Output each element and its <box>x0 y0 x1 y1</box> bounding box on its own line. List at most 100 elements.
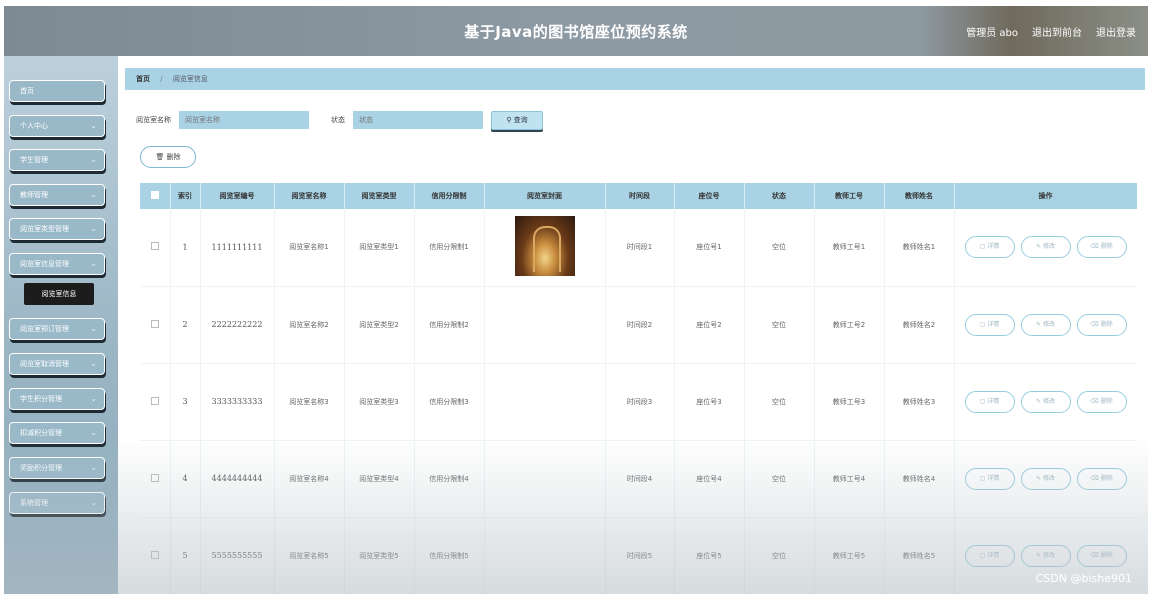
row-checkbox[interactable] <box>150 550 159 559</box>
sidebar-item-system-management[interactable]: 系统管理 ⌄ <box>9 492 105 514</box>
row-select-cell[interactable] <box>140 363 171 441</box>
chevron-down-icon: ⌄ <box>90 224 97 233</box>
chevron-down-icon: ⌄ <box>90 428 97 437</box>
query-button[interactable]: ⚲ 查询 <box>491 110 543 130</box>
row-select-cell[interactable] <box>140 517 171 594</box>
delete-button[interactable]: ⌫ 删除 <box>1076 236 1127 259</box>
delete-button[interactable]: ⌫ 删除 <box>1076 390 1127 413</box>
sidebar: 首页 个人中心 ⌄ 学生管理 ⌄ 教师管理 ⌄ 阅览室类型管理 ⌄ 阅览室信息管理 ⌄ 阅… <box>4 56 118 594</box>
sidebar-item-personal-center[interactable]: 个人中心 ⌄ <box>9 115 105 137</box>
back-to-front-link[interactable]: 退出到前台 <box>1032 24 1082 39</box>
search-bar: 阅览室名称 状态 ⚲ 查询 <box>136 110 543 130</box>
sidebar-item-room-info-management[interactable]: 阅览室信息管理 ⌄ <box>9 253 105 275</box>
detail-button[interactable]: ▢ 详情 <box>964 544 1015 567</box>
edit-icon: ✎ <box>1036 320 1043 328</box>
sidebar-item-label: 阅览室信息管理 <box>20 260 69 268</box>
cell-index: 4 <box>170 440 201 518</box>
sidebar-item-home[interactable]: 首页 <box>9 80 105 102</box>
select-all-checkbox[interactable] <box>150 191 159 199</box>
edit-icon: ✎ <box>1036 397 1043 405</box>
column-header: 时间段 <box>605 183 675 209</box>
delete-label: 删除 <box>1100 551 1113 559</box>
search-icon: ⚲ <box>506 115 514 124</box>
sidebar-item-reward-points-management[interactable]: 奖励积分管理 ⌄ <box>9 457 105 479</box>
admin-user-label[interactable]: 管理员 abo <box>966 24 1018 39</box>
sidebar-item-label: 阅览室预订管理 <box>20 325 69 333</box>
room-name-label: 阅览室名称 <box>136 116 171 124</box>
status-input[interactable] <box>353 111 483 129</box>
delete-button[interactable]: ⌫ 删除 <box>1076 544 1127 567</box>
delete-label: 删除 <box>1100 320 1113 328</box>
sidebar-item-deduct-points-management[interactable]: 扣减积分管理 ⌄ <box>9 422 105 444</box>
delete-button[interactable]: ⌫ 删除 <box>1076 313 1127 336</box>
row-checkbox[interactable] <box>150 319 159 328</box>
logout-link[interactable]: 退出登录 <box>1096 24 1136 39</box>
header-select-all[interactable] <box>140 183 171 209</box>
sidebar-item-room-type-management[interactable]: 阅览室类型管理 ⌄ <box>9 218 105 240</box>
csdn-watermark: CSDN @bishe901 <box>1035 572 1132 585</box>
edit-button[interactable]: ✎ 修改 <box>1020 544 1071 567</box>
edit-button[interactable]: ✎ 修改 <box>1020 467 1071 490</box>
sidebar-item-room-booking-management[interactable]: 阅览室预订管理 ⌄ <box>9 318 105 340</box>
detail-button[interactable]: ▢ 详情 <box>964 313 1015 336</box>
user-area: 管理员 abo 退出到前台 退出登录 <box>966 24 1136 39</box>
table-header-row: 索引 阅览室编号 阅览室名称 阅览室类型 信用分限制 阅览室封面 时间段 座位号… <box>140 183 1137 209</box>
cell-room-name: 阅览室名称5 <box>274 517 345 594</box>
sidebar-item-teacher-management[interactable]: 教师管理 ⌄ <box>9 184 105 206</box>
delete-button[interactable]: ⌫ 删除 <box>1076 467 1127 490</box>
cell-index: 3 <box>170 363 201 441</box>
chevron-down-icon: ⌄ <box>90 155 97 164</box>
delete-label: 删除 <box>1100 397 1113 405</box>
sidebar-subitem-room-info[interactable]: 阅览室信息 <box>24 283 94 305</box>
sidebar-item-student-points-management[interactable]: 学生积分管理 ⌄ <box>9 388 105 410</box>
sidebar-item-label: 学生管理 <box>20 156 48 164</box>
column-header: 座位号 <box>674 183 745 209</box>
cell-teacher-id: 教师工号4 <box>814 440 885 518</box>
detail-button[interactable]: ▢ 详情 <box>964 390 1015 413</box>
sidebar-item-label: 首页 <box>20 87 34 95</box>
edit-button[interactable]: ✎ 修改 <box>1020 390 1071 413</box>
column-header: 阅览室编号 <box>200 183 275 209</box>
row-checkbox[interactable] <box>150 242 159 251</box>
row-checkbox[interactable] <box>150 473 159 482</box>
sidebar-item-student-management[interactable]: 学生管理 ⌄ <box>9 149 105 171</box>
column-header: 阅览室类型 <box>344 183 415 209</box>
sidebar-item-label: 学生积分管理 <box>20 395 62 403</box>
cell-teacher-id: 教师工号5 <box>814 517 885 594</box>
cell-time-period: 时间段1 <box>605 209 675 287</box>
cell-actions: ▢ 详情 ✎ 修改 ⌫ 删除 <box>954 440 1137 518</box>
table-row: 2 2222222222 阅览室名称2 阅览室类型2 信用分限制2 时间段2 座… <box>140 286 1137 364</box>
cell-room-name: 阅览室名称1 <box>274 209 345 287</box>
breadcrumb-home[interactable]: 首页 <box>136 75 150 83</box>
room-cover-image <box>514 216 575 277</box>
room-name-input[interactable] <box>179 111 309 129</box>
batch-delete-button[interactable]: 🗑 删除 <box>140 146 196 168</box>
edit-label: 修改 <box>1042 397 1055 405</box>
edit-button[interactable]: ✎ 修改 <box>1020 236 1071 259</box>
cell-room-type: 阅览室类型4 <box>344 440 415 518</box>
delete-label: 删除 <box>1100 243 1113 251</box>
row-select-cell[interactable] <box>140 440 171 518</box>
top-header: 基于Java的图书馆座位预约系统 管理员 abo 退出到前台 退出登录 <box>4 6 1148 56</box>
detail-label: 详情 <box>987 243 1000 251</box>
cell-teacher-name: 教师姓名5 <box>884 517 955 594</box>
column-header: 教师工号 <box>814 183 885 209</box>
cell-index: 1 <box>170 209 201 287</box>
cell-status: 空位 <box>744 286 815 364</box>
sidebar-item-room-cancel-management[interactable]: 阅览室取消管理 ⌄ <box>9 353 105 375</box>
row-select-cell[interactable] <box>140 209 171 287</box>
row-select-cell[interactable] <box>140 286 171 364</box>
chevron-down-icon: ⌄ <box>90 259 97 268</box>
cell-room-name: 阅览室名称3 <box>274 363 345 441</box>
column-header: 阅览室名称 <box>274 183 345 209</box>
detail-button[interactable]: ▢ 详情 <box>964 467 1015 490</box>
row-checkbox[interactable] <box>150 396 159 405</box>
detail-button[interactable]: ▢ 详情 <box>964 236 1015 259</box>
chevron-down-icon: ⌄ <box>90 190 97 199</box>
cell-seat-number: 座位号1 <box>674 209 745 287</box>
cell-room-code: 2222222222 <box>200 286 275 364</box>
chevron-down-icon: ⌄ <box>90 121 97 130</box>
breadcrumb-current: 阅览室信息 <box>172 75 208 83</box>
edit-button[interactable]: ✎ 修改 <box>1020 313 1071 336</box>
cell-room-type: 阅览室类型3 <box>344 363 415 441</box>
